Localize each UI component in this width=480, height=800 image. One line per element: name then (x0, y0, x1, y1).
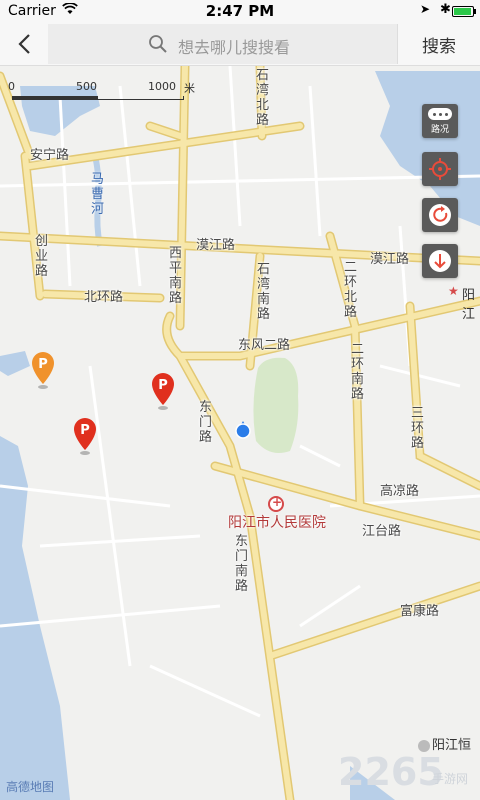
search-icon (149, 35, 167, 53)
road-label-hanjiang-west: 漠江路 (196, 238, 236, 253)
road-label-erhuan-south: 二环南路 (350, 342, 364, 402)
road-label-sanhuan: 三环路 (410, 406, 424, 451)
road-label-jiangtai: 江台路 (362, 524, 402, 539)
road-label-xiping-south: 西平南路 (168, 246, 182, 306)
battery-tip (474, 9, 476, 14)
hospital-label[interactable]: 阳江市人民医院 (228, 512, 326, 532)
svg-text:P: P (80, 423, 90, 438)
map-provider-logo: 高德地图 (6, 780, 55, 794)
back-button[interactable] (10, 28, 40, 60)
search-input[interactable]: 想去哪儿搜搜看 (48, 24, 398, 64)
clock: 2:47 PM (205, 2, 275, 20)
road-label-chuangye: 创业路 (34, 234, 48, 279)
parking-pin-orange[interactable]: P (30, 350, 56, 390)
crosshair-icon (429, 158, 451, 180)
road-label-shiwan-south: 石湾南路 (256, 262, 270, 322)
refresh-icon (429, 204, 451, 226)
chevron-left-icon (18, 34, 30, 54)
watermark-sub: 手游网 (432, 772, 469, 786)
svg-text:P: P (158, 378, 168, 393)
road-label-fukang: 富康路 (400, 604, 440, 619)
location-arrow-icon: ➤ (420, 2, 431, 16)
poi-star-icon: ★ (448, 284, 459, 298)
road-label-shiwan-north: 石湾北路 (255, 68, 269, 128)
download-button[interactable] (422, 244, 458, 278)
search-placeholder: 想去哪儿搜搜看 (178, 38, 291, 57)
road-label-gaoliang: 高凉路 (380, 484, 420, 499)
search-nav-bar: 想去哪儿搜搜看 搜索 (0, 22, 480, 66)
watermark-number: 2265 (338, 750, 444, 794)
parking-pin-red-2[interactable]: P (72, 416, 98, 456)
road-label-dongmen-south: 东门南路 (234, 534, 248, 594)
refresh-button[interactable] (422, 198, 458, 232)
arrow-down-icon (429, 250, 451, 272)
traffic-toggle-button[interactable]: 路况 (422, 104, 458, 138)
traffic-label: 路况 (430, 125, 449, 135)
hospital-icon[interactable] (268, 495, 284, 512)
locate-button[interactable] (422, 152, 458, 186)
svg-text:P: P (38, 357, 48, 372)
scale-zero: 0 (8, 80, 15, 93)
road-label-erhuan-north: 二环北路 (343, 260, 357, 320)
road-label-dongfeng2: 东风二路 (238, 338, 291, 353)
traffic-icon (428, 108, 452, 120)
road-label-beihuan: 北环路 (84, 290, 124, 305)
scale-end: 1000 (148, 80, 176, 93)
search-button[interactable]: 搜索 (408, 32, 470, 57)
user-location-icon (235, 421, 251, 439)
water-label-macao: 马曹河 (90, 172, 104, 217)
scale-unit: 米 (184, 82, 195, 95)
road-label-hanjiang-east: 漠江路 (370, 252, 410, 267)
road-label-dongmen: 东门路 (198, 400, 212, 445)
battery-icon (452, 6, 474, 17)
road-label-anning: 安宁路 (30, 148, 70, 163)
scale-mid: 500 (76, 80, 97, 93)
scale-fill (12, 96, 98, 99)
status-bar: Carrier 2:47 PM ➤ ✱ (0, 0, 480, 22)
map-view[interactable]: 0 500 1000 米 石湾北路 安宁路 马曹河 创业路 漠江路 漠江路 西平… (0, 66, 480, 800)
parking-pin-red-1[interactable]: P (150, 371, 176, 411)
poi-label-yangjiang[interactable]: 阳江 (462, 284, 480, 322)
bluetooth-icon: ✱ (440, 2, 451, 17)
